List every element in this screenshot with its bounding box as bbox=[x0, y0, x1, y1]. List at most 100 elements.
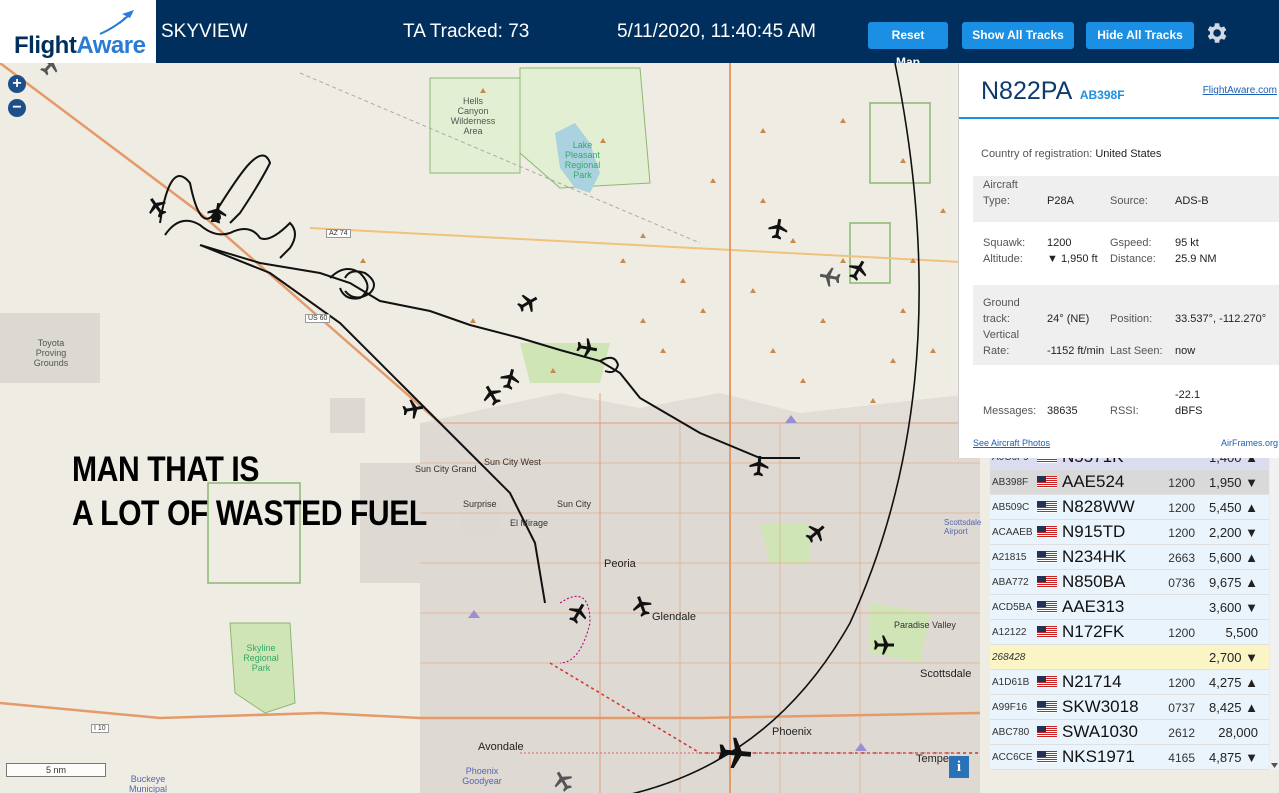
list-item-callsign: N828WW bbox=[1062, 497, 1135, 516]
list-item-hex: A0C6F9 bbox=[992, 458, 1029, 463]
list-item-squawk: 1200 bbox=[1168, 526, 1195, 540]
row-squawk: Squawk: 1200 Gspeed: 95 kt Altitude: ▼ 1… bbox=[973, 229, 1279, 279]
list-item[interactable]: A0C6F9 N5571K 1,400 ▲ bbox=[990, 458, 1269, 470]
us-flag-icon bbox=[1037, 551, 1057, 563]
show-all-tracks-button[interactable]: Show All Tracks bbox=[962, 22, 1074, 49]
us-flag-icon bbox=[1037, 576, 1057, 588]
messages-value: 38635 bbox=[1047, 405, 1078, 417]
gear-icon[interactable] bbox=[1203, 20, 1229, 46]
list-item-hex: AB509C bbox=[992, 502, 1030, 513]
label-scottsdale: Scottsdale bbox=[920, 668, 972, 680]
aircraft-type-label: Aircraft Type: bbox=[983, 179, 1018, 207]
list-item[interactable]: A12122 N172FK 1200 5,500 bbox=[990, 620, 1269, 645]
list-item[interactable]: ABC780 SWA1030 2612 28,000 bbox=[990, 720, 1269, 745]
zoom-out-button[interactable]: − bbox=[8, 99, 26, 117]
label-phoenix: Phoenix bbox=[772, 726, 812, 738]
list-item[interactable]: ACC6CE NKS1971 4165 4,875 ▼ bbox=[990, 745, 1269, 770]
list-item[interactable]: 268428 2,700 ▼ bbox=[990, 645, 1269, 670]
flightaware-logo[interactable]: FlightAware bbox=[0, 0, 156, 64]
list-item[interactable]: ACD5BA AAE313 3,600 ▼ bbox=[990, 595, 1269, 620]
country-value: United States bbox=[1095, 148, 1162, 160]
info-button[interactable]: i bbox=[949, 756, 969, 778]
list-item-squawk: 1200 bbox=[1168, 626, 1195, 640]
label-phoenix-goodyear: Phoenix Goodyear bbox=[462, 766, 502, 786]
list-item-altitude: 2,700 ▼ bbox=[1208, 650, 1258, 665]
label-us60: US 60 bbox=[305, 314, 331, 323]
list-item[interactable]: AB398F AAE524 1200 1,950 ▼ bbox=[990, 470, 1269, 495]
airframes-link[interactable]: AirFrames.org bbox=[1221, 438, 1278, 448]
label-skyline: Skyline Regional Park bbox=[243, 643, 279, 673]
meme-caption: MAN THAT IS A LOT OF WASTED FUEL bbox=[72, 448, 427, 536]
hide-all-tracks-button[interactable]: Hide All Tracks bbox=[1086, 22, 1194, 49]
list-item-hex: ABA772 bbox=[992, 577, 1029, 588]
label-hells-canyon: Hells Canyon Wilderness Area bbox=[450, 96, 496, 136]
list-item[interactable]: A21815 N234HK 2663 5,600 ▲ bbox=[990, 545, 1269, 570]
position-value: 33.537°, -112.270° bbox=[1175, 313, 1267, 325]
list-item-callsign: N5571K bbox=[1062, 458, 1123, 467]
list-item-squawk: 0736 bbox=[1168, 576, 1195, 590]
app-title: SKYVIEW bbox=[161, 21, 248, 42]
label-lake-pleasant: Lake Pleasant Regional Park bbox=[564, 140, 601, 180]
ground-track-value: 24° (NE) bbox=[1047, 313, 1090, 325]
label-surprise: Surprise bbox=[463, 499, 497, 509]
aircraft-type-value: P28A bbox=[1047, 195, 1074, 207]
list-item-squawk: 1200 bbox=[1168, 676, 1195, 690]
list-item[interactable]: ABA772 N850BA 0736 9,675 ▲ bbox=[990, 570, 1269, 595]
flightaware-link[interactable]: FlightAware.com bbox=[1203, 85, 1277, 96]
list-item-altitude: 2,200 ▼ bbox=[1208, 525, 1258, 540]
reset-map-button[interactable]: Reset Map bbox=[868, 22, 948, 69]
aircraft-photos-link[interactable]: See Aircraft Photos bbox=[973, 438, 1050, 448]
scale-bar: 5 nm bbox=[6, 763, 106, 777]
list-item-callsign: SKW3018 bbox=[1062, 697, 1139, 716]
label-sun-city: Sun City bbox=[557, 499, 592, 509]
list-item-hex: ACC6CE bbox=[992, 752, 1033, 763]
list-item-altitude: 4,875 ▼ bbox=[1208, 750, 1258, 765]
list-item[interactable]: ACAAEB N915TD 1200 2,200 ▼ bbox=[990, 520, 1269, 545]
vrate-label: Vertical Rate: bbox=[983, 329, 1020, 357]
list-item[interactable]: A99F16 SKW3018 0737 8,425 ▲ bbox=[990, 695, 1269, 720]
list-item-squawk: 2663 bbox=[1168, 551, 1195, 565]
list-item-squawk: 2612 bbox=[1168, 726, 1195, 740]
label-toyota: Toyota Proving Grounds bbox=[33, 338, 69, 368]
zoom-in-button[interactable]: + bbox=[8, 75, 26, 93]
list-item-callsign: N234HK bbox=[1062, 547, 1127, 566]
list-item-altitude: 9,675 ▲ bbox=[1208, 575, 1258, 590]
label-az74: AZ 74 bbox=[326, 229, 351, 238]
tracked-count: TA Tracked: 73 bbox=[403, 21, 530, 42]
list-item-callsign: AAE524 bbox=[1062, 472, 1125, 491]
list-item-callsign: N850BA bbox=[1062, 572, 1126, 591]
rssi-label: RSSI: bbox=[1110, 405, 1139, 417]
gspeed-label: Gspeed: bbox=[1110, 237, 1152, 249]
aircraft-list[interactable]: A0C6F9 N5571K 1,400 ▲ AB398F AAE524 1200 1,950… bbox=[990, 458, 1269, 770]
list-scrollbar[interactable] bbox=[1270, 458, 1279, 770]
label-scottsdale-airport: Scottsdale Airport bbox=[944, 518, 982, 536]
list-item-callsign: N915TD bbox=[1062, 522, 1126, 541]
last-seen-value: now bbox=[1175, 345, 1196, 357]
label-peoria: Peoria bbox=[604, 558, 636, 570]
list-item-altitude: 1,400 ▲ bbox=[1198, 458, 1258, 465]
list-item[interactable]: A1D61B N21714 1200 4,275 ▲ bbox=[990, 670, 1269, 695]
label-paradise-valley: Paradise Valley bbox=[894, 620, 956, 630]
list-item-altitude: 4,275 ▲ bbox=[1208, 675, 1258, 690]
us-flag-icon bbox=[1037, 626, 1057, 638]
list-item-altitude: 3,600 ▼ bbox=[1208, 600, 1258, 615]
list-item-hex: A99F16 bbox=[992, 702, 1028, 713]
us-flag-icon bbox=[1037, 751, 1057, 763]
logo-text-aware: Aware bbox=[76, 32, 146, 59]
list-item-callsign: N21714 bbox=[1062, 672, 1122, 691]
top-bar: FlightAware SKYVIEW TA Tracked: 73 5/11/… bbox=[0, 0, 1279, 69]
list-item-callsign: NKS1971 bbox=[1062, 747, 1135, 766]
us-flag-icon bbox=[1037, 701, 1057, 713]
list-item[interactable]: AB509C N828WW 1200 5,450 ▲ bbox=[990, 495, 1269, 520]
messages-label: Messages: bbox=[983, 405, 1037, 417]
list-item-callsign: SWA1030 bbox=[1062, 722, 1138, 741]
list-item-altitude: 8,425 ▲ bbox=[1208, 700, 1258, 715]
label-el-mirage: El Mirage bbox=[510, 518, 549, 528]
scroll-arrow-icon bbox=[1271, 763, 1278, 768]
us-flag-icon bbox=[1037, 601, 1057, 613]
logo-text-flight: Flight bbox=[14, 32, 77, 59]
position-label: Position: bbox=[1110, 313, 1153, 325]
us-flag-icon bbox=[1037, 526, 1057, 538]
squawk-label: Squawk: bbox=[983, 237, 1026, 249]
list-item-hex: ABC780 bbox=[992, 727, 1030, 738]
